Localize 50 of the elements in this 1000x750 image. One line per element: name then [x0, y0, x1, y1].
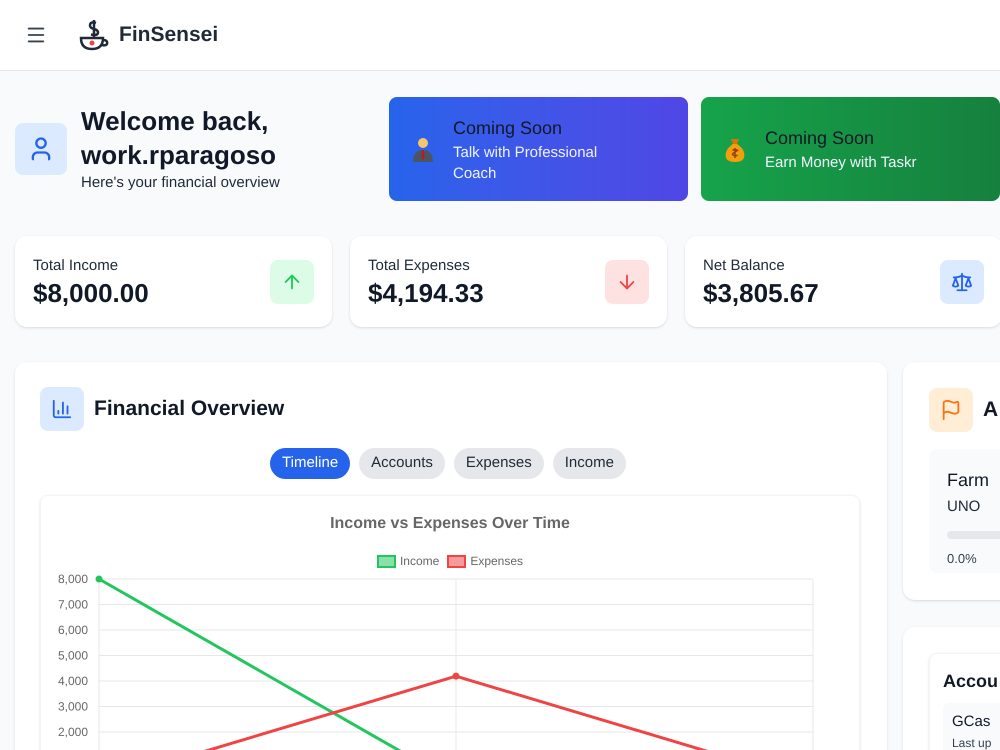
stat-label: Total Expenses [368, 256, 471, 276]
promo-text: Talk with Professional Coach [453, 142, 598, 184]
y-tick-label: 5,000 [58, 648, 88, 662]
account-name: GCas [952, 712, 992, 732]
y-tick-label: 3,000 [58, 700, 88, 714]
goal-account: UNO [947, 497, 982, 517]
account-row[interactable]: GCas Last up [943, 703, 1000, 750]
y-tick-label: 4,000 [58, 674, 88, 688]
promo-heading: Coming Soon [765, 127, 876, 150]
chart-title: Income vs Expenses Over Time [330, 514, 570, 534]
chart-tab[interactable]: Income [552, 448, 626, 479]
welcome-subtitle: Here's your financial overview [81, 172, 281, 193]
user-icon [15, 123, 67, 175]
y-tick-label: 7,000 [58, 598, 88, 612]
legend-swatch [376, 554, 396, 568]
legend-label: Income [400, 553, 440, 570]
goal-progress: 0.0% [947, 550, 978, 568]
stat-value: $8,000.00 [33, 278, 149, 308]
goal-name: Farm [947, 469, 990, 492]
bar-chart-icon [40, 387, 84, 431]
arrow-down-icon [605, 260, 649, 304]
promo-text: Earn Money with Taskr [765, 153, 918, 173]
stat-value: $4,194.33 [368, 278, 484, 308]
chart-tab[interactable]: Accounts [359, 448, 445, 479]
overview-title: Financial Overview [94, 396, 284, 422]
stat-value: $3,805.67 [703, 278, 819, 308]
scale-icon [940, 260, 984, 304]
goals-title: A [983, 397, 998, 424]
app-name: FinSensei [119, 22, 218, 48]
legend-swatch [447, 554, 466, 568]
goal-card[interactable]: Farm UNO 0.0% [929, 449, 1000, 573]
legend-label: Expenses [470, 553, 524, 570]
stat-label: Net Balance [703, 256, 786, 276]
money-bag-icon [723, 136, 747, 162]
person-icon [411, 136, 435, 162]
arrow-up-icon [270, 260, 314, 304]
chart-tab[interactable]: Timeline [270, 448, 350, 479]
promo-card[interactable]: Coming Soon Earn Money with Taskr [701, 97, 1000, 201]
y-tick-label: 8,000 [58, 572, 88, 586]
logo-icon [77, 18, 111, 52]
accounts-title: Accou [943, 670, 1000, 693]
chart-tab[interactable]: Expenses [454, 448, 544, 479]
flag-icon [929, 388, 973, 432]
promo-heading: Coming Soon [453, 116, 564, 140]
stat-label: Total Income [33, 256, 120, 276]
y-tick-label: 2,000 [58, 725, 88, 739]
account-updated: Last up [952, 734, 992, 750]
y-tick-label: 6,000 [58, 623, 88, 637]
promo-card[interactable]: Coming Soon Talk with Professional Coach [389, 97, 688, 201]
welcome-title: Welcome back, work.rparagoso [81, 104, 278, 172]
